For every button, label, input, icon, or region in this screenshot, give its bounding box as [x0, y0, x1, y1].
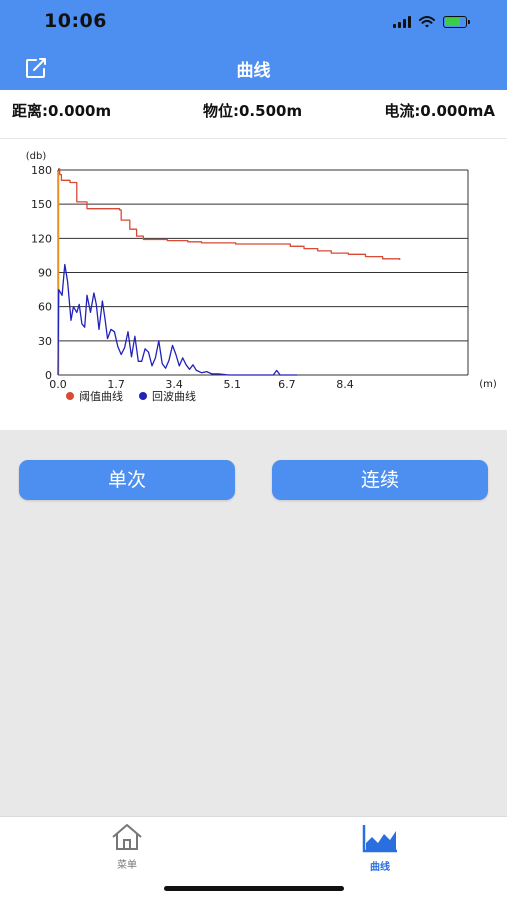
status-bar: 10:06: [0, 0, 507, 44]
x-tick-label: 8.4: [336, 378, 354, 391]
y-tick-label: 60: [38, 301, 52, 314]
battery-icon: [443, 16, 470, 28]
legend-marker-2: [139, 392, 147, 400]
home-indicator: [164, 886, 344, 891]
single-measure-button[interactable]: 单次: [19, 460, 235, 500]
y-tick-label: 30: [38, 335, 52, 348]
legend-marker-1: [66, 392, 74, 400]
curve-chart-area: 0 30 60 90 120 150 180 0.0 1.7 3.4 5.1 6.7 8.4 (db) (m…: [0, 139, 507, 429]
tab-curve[interactable]: 曲线: [350, 823, 410, 873]
home-icon: [112, 824, 142, 850]
cellular-signal-icon: [393, 16, 411, 28]
control-panel: 单次 连续: [0, 430, 507, 816]
distance-readout: 距离:0.000m: [12, 102, 112, 120]
area-chart-icon: [362, 825, 397, 853]
nav-bar: 曲线: [0, 44, 507, 90]
y-tick-label: 120: [31, 232, 52, 245]
status-icons: [393, 14, 470, 30]
wifi-icon: [419, 16, 435, 28]
y-tick-label: 150: [31, 198, 52, 211]
x-tick-label: 6.7: [278, 378, 296, 391]
page-title: 曲线: [236, 61, 271, 81]
y-axis-label: (db): [26, 151, 47, 162]
series-line-2: [57, 263, 298, 376]
x-tick-label: 5.1: [224, 378, 242, 391]
status-time: 10:06: [44, 10, 107, 32]
tab-curve-label: 曲线: [370, 862, 390, 873]
measurement-bar: 距离:0.000m 物位:0.500m 电流:0.000mA: [0, 90, 507, 139]
x-tick-label: 0.0: [49, 378, 67, 391]
legend-label-2: 回波曲线: [152, 389, 196, 403]
tab-menu-label: 菜单: [117, 860, 137, 871]
y-tick-label: 90: [38, 267, 52, 280]
legend-label-1: 阈值曲线: [79, 389, 123, 403]
current-readout: 电流:0.000mA: [384, 102, 495, 120]
series-line-1: [58, 168, 401, 260]
x-axis-label: (m): [479, 379, 497, 390]
curve-chart: 03060901201501800.0 1.7 3.4 5.1 6.7 8.4(db)(m…: [26, 151, 497, 403]
y-tick-label: 180: [31, 164, 52, 177]
tab-menu[interactable]: 菜单: [97, 823, 157, 871]
continuous-measure-button[interactable]: 连续: [272, 460, 488, 500]
level-readout: 物位:0.500m: [203, 102, 303, 120]
